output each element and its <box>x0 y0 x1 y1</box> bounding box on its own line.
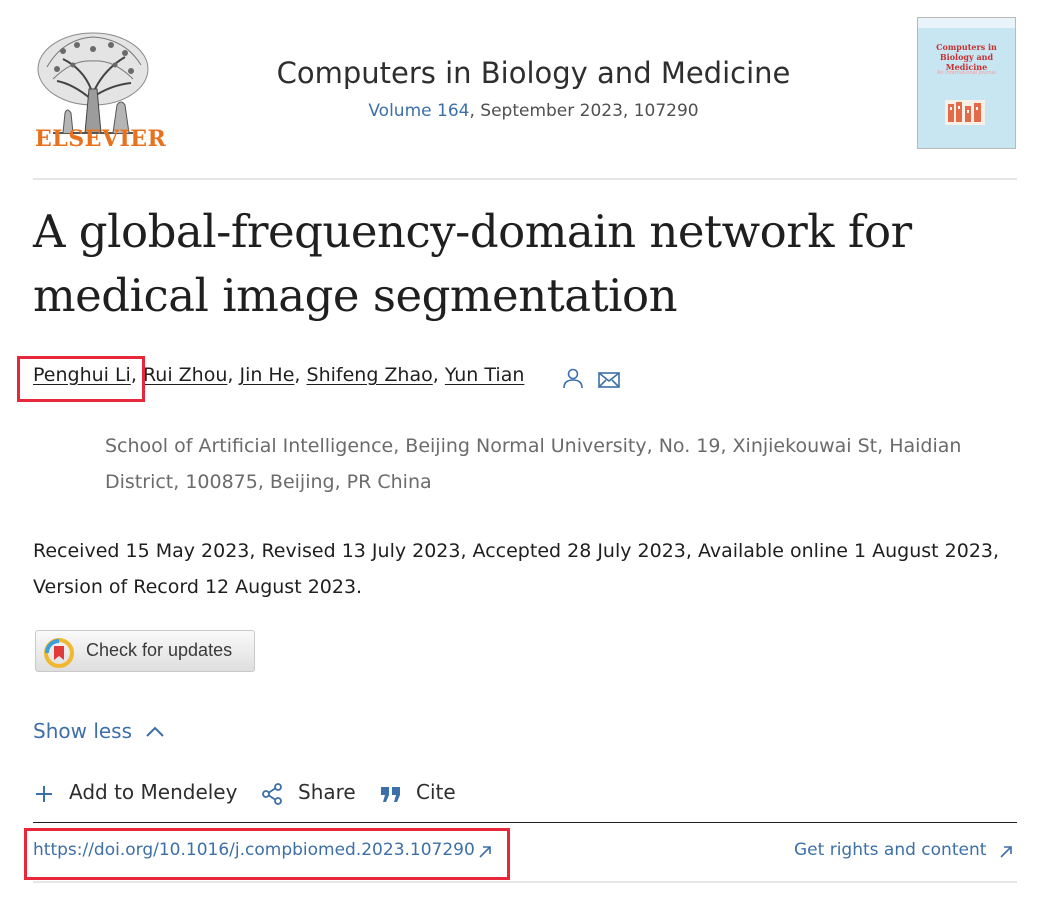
cover-artwork-icon <box>945 100 985 125</box>
cover-journal-title: Computers in Biology and Medicine <box>936 42 997 72</box>
journal-issue-line: Volume 164, September 2023, 107290 <box>0 101 1040 121</box>
author-link[interactable]: Jin He <box>239 364 294 386</box>
header-divider <box>33 178 1017 180</box>
author-link[interactable]: Yun Tian <box>445 364 525 386</box>
highlight-box-author <box>17 356 145 402</box>
external-link-arrow-icon <box>1000 846 1012 858</box>
cover-header-strip <box>918 18 1015 28</box>
volume-link[interactable]: Volume 164 <box>368 101 469 121</box>
article-title: A global-frequency-domain network for me… <box>33 205 912 322</box>
author-link[interactable]: Shifeng Zhao <box>307 364 433 386</box>
highlight-box-doi <box>24 828 510 880</box>
footer-divider <box>33 881 1017 883</box>
author-affiliation: School of Artificial Intelligence, Beiji… <box>105 435 962 493</box>
plus-icon[interactable] <box>35 785 53 803</box>
check-for-updates-label: Check for updates <box>86 640 233 660</box>
share-icon[interactable] <box>261 783 283 805</box>
person-icon[interactable] <box>563 368 583 389</box>
author-separator: , <box>227 364 234 386</box>
get-rights-link[interactable]: Get rights and content <box>794 840 986 860</box>
check-for-updates-button[interactable]: Check for updates <box>35 630 255 672</box>
envelope-icon[interactable] <box>598 372 620 388</box>
add-to-mendeley-button[interactable]: Add to Mendeley <box>69 780 237 804</box>
quote-icon[interactable] <box>380 784 402 804</box>
elsevier-wordmark: ELSEVIER <box>35 126 167 152</box>
article-history-dates: Received 15 May 2023, Revised 13 July 20… <box>33 540 1000 598</box>
author-link[interactable]: Rui Zhou <box>143 364 227 386</box>
journal-title[interactable]: Computers in Biology and Medicine <box>0 56 1040 90</box>
chevron-up-icon[interactable] <box>145 722 165 742</box>
share-button[interactable]: Share <box>298 780 356 804</box>
author-separator: , <box>432 364 439 386</box>
author-icons <box>563 368 620 389</box>
issue-info: , September 2023, 107290 <box>469 101 699 121</box>
crossmark-icon <box>44 638 74 668</box>
show-less-toggle[interactable]: Show less <box>33 719 132 743</box>
journal-cover-thumbnail[interactable]: Computers in Biology and Medicine An Int… <box>917 17 1016 149</box>
author-separator: , <box>294 364 301 386</box>
toolbar-divider <box>33 822 1017 823</box>
cite-button[interactable]: Cite <box>416 780 456 804</box>
cover-tagline: An International Journal <box>937 70 996 76</box>
